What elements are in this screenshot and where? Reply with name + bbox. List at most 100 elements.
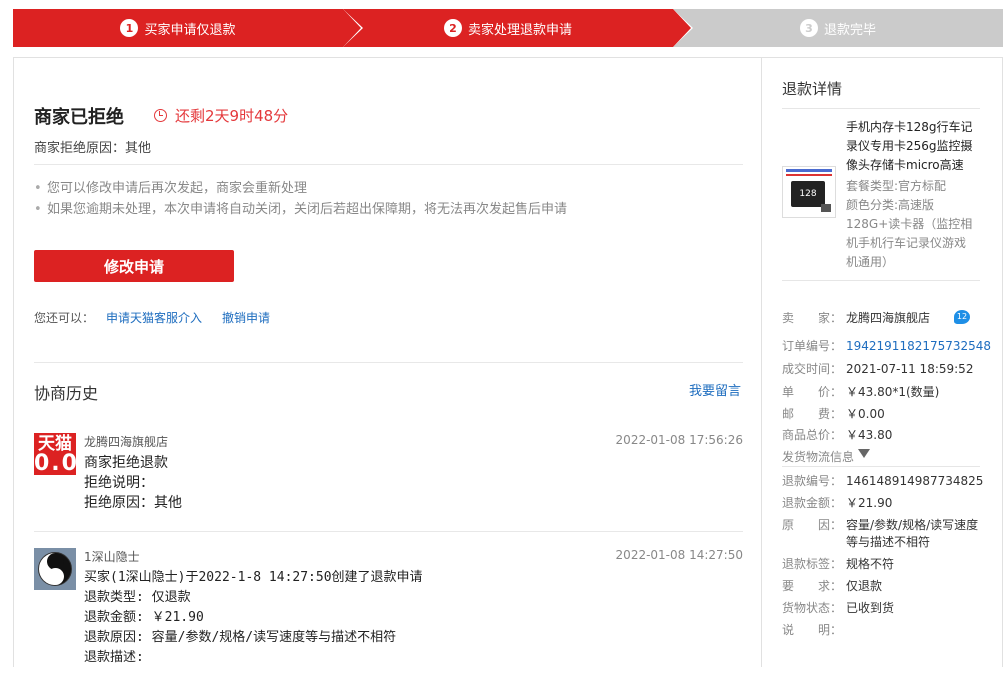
kv-label: 原 因： — [782, 517, 846, 551]
entry-time: 2022-01-08 14:27:50 — [616, 548, 743, 562]
request-tmall-service-link[interactable]: 申请天猫客服介入 — [106, 311, 202, 325]
kv-label: 订单编号： — [782, 338, 846, 355]
kv-label: 邮 费： — [782, 406, 846, 423]
product-attributes: 套餐类型:官方标配 颜色分类:高速版128G+读卡器（监控相机手机行车记录仪游戏… — [846, 177, 976, 272]
other-actions: 您还可以： 申请天猫客服介入 撤销申请 — [34, 309, 270, 326]
requirement-row: 要 求：仅退款 — [782, 578, 987, 595]
kv-value: ￥43.80*1(数量) — [846, 384, 939, 401]
kv-label: 成交时间： — [782, 361, 846, 378]
modify-request-button[interactable]: 修改申请 — [34, 250, 234, 282]
step-3-label: 退款完毕 — [824, 19, 876, 38]
entry-author: 龙腾四海旗舰店 — [84, 433, 168, 450]
goods-status-row: 货物状态：已收到货 — [782, 600, 987, 617]
chat-icon[interactable]: 12 — [954, 310, 970, 324]
card-reader-graphic — [821, 204, 831, 212]
kv-value: 容量/参数/规格/读写速度等与描述不相符 — [846, 517, 987, 551]
progress-steps: 1 买家申请仅退款 2 卖家处理退款申请 3 退款完毕 — [13, 9, 1003, 47]
divider — [34, 362, 743, 363]
tip-item: 如果您逾期未处理，本次申请将自动关闭，关闭后若超出保障期，将无法再次发起售后申请 — [34, 199, 567, 220]
kv-value: 龙腾四海旗舰店 — [846, 310, 930, 327]
history-entry: 天猫0.0 龙腾四海旗舰店 2022-01-08 17:56:26 商家拒绝退款… — [34, 433, 743, 528]
step-1-number: 1 — [120, 19, 138, 37]
entry-body: 商家拒绝退款拒绝说明：拒绝原因：其他 — [84, 453, 182, 513]
kv-label: 卖 家： — [782, 310, 846, 327]
history-title: 协商历史 — [34, 380, 98, 404]
product-attr: 套餐类型:官方标配 — [846, 177, 976, 196]
tip-item: 您可以修改申请后再次发起，商家会重新处理 — [34, 178, 567, 199]
sd-card-graphic: 128 — [791, 181, 825, 207]
clock-icon — [154, 109, 167, 122]
countdown-text: 还剩2天9时48分 — [175, 105, 288, 126]
kv-value: 规格不符 — [846, 556, 894, 573]
kv-label: 退款金额： — [782, 495, 846, 512]
kv-label: 商品总价： — [782, 427, 846, 444]
kv-value: 2021-07-11 18:59:52 — [846, 361, 973, 378]
entry-line: 买家(1深山隐士)于2022-1-8 14:27:50创建了退款申请 — [84, 568, 423, 588]
entry-line: 退款类型: 仅退款 — [84, 588, 423, 608]
kv-label: 退款标签： — [782, 556, 846, 573]
kv-label: 说 明： — [782, 622, 846, 639]
kv-value: 146148914987734825 — [846, 473, 983, 490]
countdown: 还剩2天9时48分 — [154, 105, 288, 126]
history-entry: 1深山隐士 2022-01-08 14:27:50 买家(1深山隐士)于2022… — [34, 548, 743, 678]
step-2-label: 卖家处理退款申请 — [468, 19, 572, 38]
divider — [782, 466, 980, 467]
image-strip — [786, 174, 832, 176]
sidebar-title: 退款详情 — [782, 78, 842, 99]
entry-author: 1深山隐士 — [84, 548, 140, 565]
triangle-down-icon — [858, 449, 870, 458]
yin-yang-icon — [38, 552, 72, 586]
image-strip — [786, 169, 832, 172]
refund-reason-row: 原 因：容量/参数/规格/读写速度等与描述不相符 — [782, 517, 987, 551]
unit-price-row: 单 价：￥43.80*1(数量) — [782, 384, 987, 401]
tips-list: 您可以修改申请后再次发起，商家会重新处理 如果您逾期未处理，本次申请将自动关闭，… — [34, 178, 567, 220]
leave-message-link[interactable]: 我要留言 — [689, 380, 741, 399]
kv-value: 已收到货 — [846, 600, 894, 617]
divider — [782, 108, 980, 109]
step-3: 3 退款完毕 — [673, 9, 1003, 47]
user-avatar — [34, 548, 76, 590]
refund-main-panel: 商家已拒绝 还剩2天9时48分 商家拒绝原因：其他 您可以修改申请后再次发起，商… — [13, 57, 762, 667]
divider — [782, 280, 980, 281]
entry-line: 退款原因: 容量/参数/规格/读写速度等与描述不相符 — [84, 628, 423, 648]
step-3-number: 3 — [800, 19, 818, 37]
description-row: 说 明： — [782, 622, 987, 639]
kv-label: 货物状态： — [782, 600, 846, 617]
entry-line: 退款金额: ￥21.90 — [84, 608, 423, 628]
refund-amount-row: 退款金额：￥21.90 — [782, 495, 987, 512]
kv-label: 要 求： — [782, 578, 846, 595]
order-number-row: 订单编号：1942191182175732548 — [782, 338, 987, 355]
cancel-request-link[interactable]: 撤销申请 — [222, 311, 270, 325]
entry-body: 买家(1深山隐士)于2022-1-8 14:27:50创建了退款申请退款类型: … — [84, 568, 423, 668]
tmall-avatar-sub: 0.0 — [34, 455, 76, 473]
entry-line: 商家拒绝退款 — [84, 453, 182, 473]
entry-line: 拒绝说明： — [84, 473, 182, 493]
step-1-label: 买家申请仅退款 — [144, 19, 235, 38]
reject-reason: 商家拒绝原因：其他 — [34, 137, 151, 156]
kv-label: 退款编号： — [782, 473, 846, 490]
kv-value: ￥0.00 — [846, 406, 885, 423]
step-2: 2 卖家处理退款申请 — [343, 9, 673, 47]
product-name[interactable]: 手机内存卡128g行车记录仪专用卡256g监控摄像头存储卡micro高速 — [846, 118, 976, 175]
kv-value: ￥21.90 — [846, 495, 892, 512]
kv-value: ￥43.80 — [846, 427, 892, 444]
entry-line: 拒绝原因：其他 — [84, 493, 182, 513]
order-number-link[interactable]: 1942191182175732548 — [846, 338, 991, 355]
other-actions-label: 您还可以： — [34, 311, 94, 325]
product-image[interactable]: 128 — [782, 166, 836, 218]
step-2-number: 2 — [444, 19, 462, 37]
deal-time-row: 成交时间：2021-07-11 18:59:52 — [782, 361, 987, 378]
divider — [34, 164, 743, 165]
product-attr: 颜色分类:高速版128G+读卡器（监控相机手机行车记录仪游戏机通用） — [846, 196, 976, 272]
entry-line: 退款描述: — [84, 648, 423, 668]
tmall-avatar: 天猫0.0 — [34, 433, 76, 475]
refund-detail-sidebar: 退款详情 128 手机内存卡128g行车记录仪专用卡256g监控摄像头存储卡mi… — [762, 57, 1003, 667]
divider — [34, 531, 743, 532]
refund-number-row: 退款编号：146148914987734825 — [782, 473, 987, 490]
logistics-toggle[interactable]: 发货物流信息 — [782, 449, 987, 466]
step-1: 1 买家申请仅退款 — [13, 9, 343, 47]
kv-value: 仅退款 — [846, 578, 882, 595]
kv-label: 单 价： — [782, 384, 846, 401]
refund-status-title: 商家已拒绝 — [34, 103, 124, 129]
postage-row: 邮 费：￥0.00 — [782, 406, 987, 423]
